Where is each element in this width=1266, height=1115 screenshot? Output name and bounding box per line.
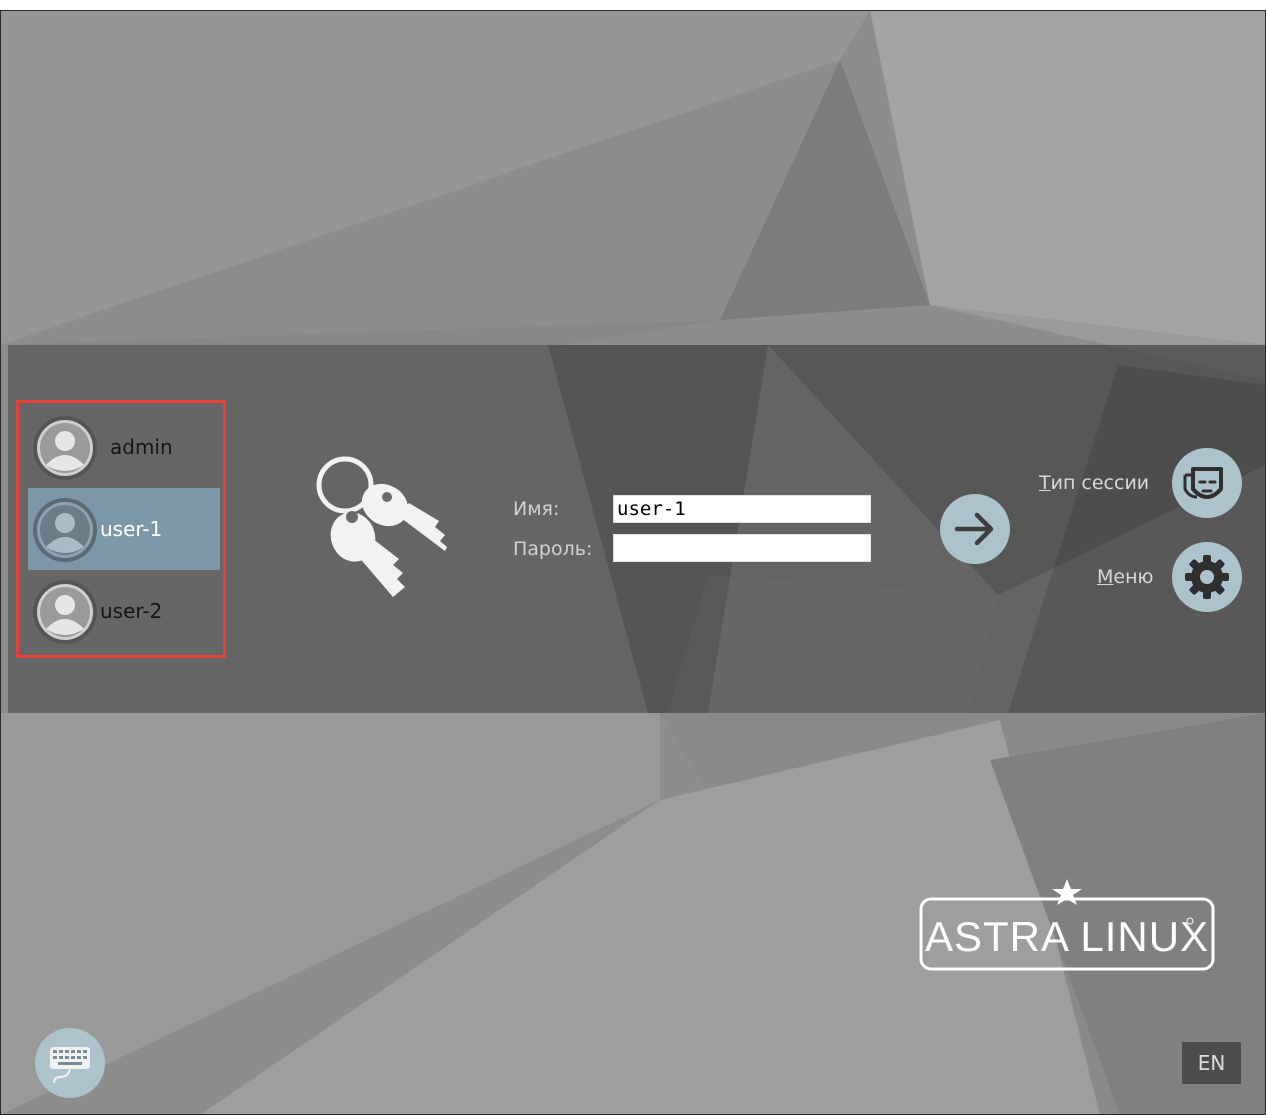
top-margin <box>0 0 1266 10</box>
screen-frame <box>0 10 1266 1115</box>
